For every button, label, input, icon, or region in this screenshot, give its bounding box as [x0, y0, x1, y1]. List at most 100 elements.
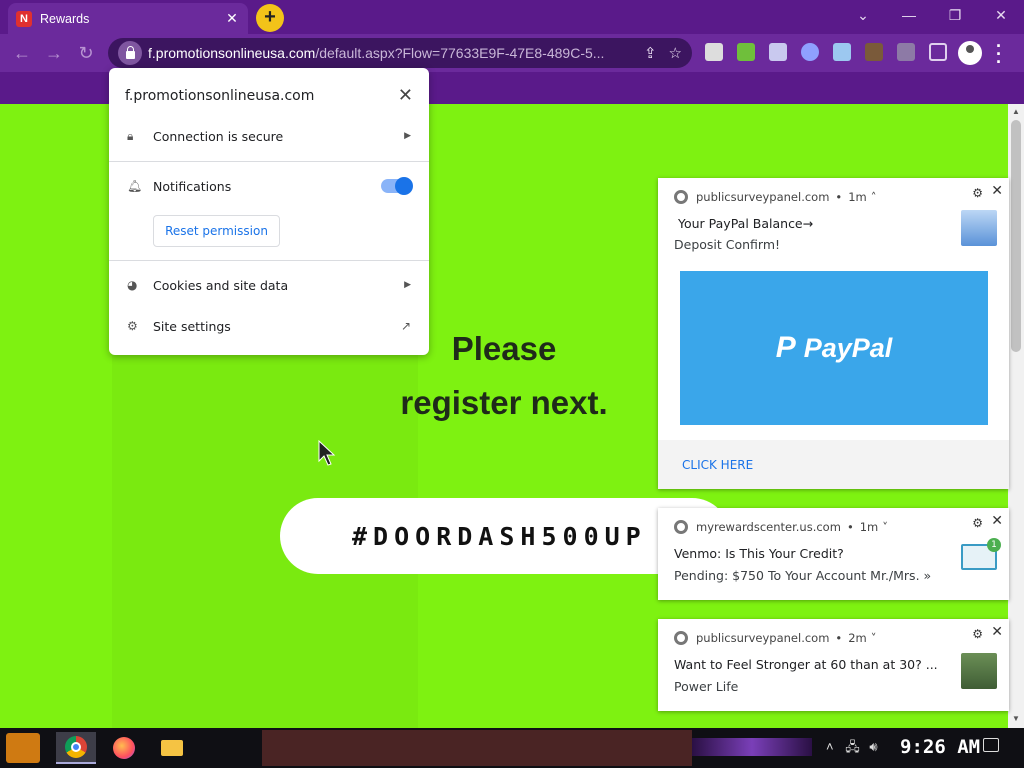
bookmark-star-icon[interactable]: ☆ [669, 44, 682, 62]
notification-body: Power Life [674, 679, 739, 694]
chevron-up-icon[interactable]: ˄ [871, 190, 877, 204]
system-tray[interactable]: ˄ 🖧︎ 🔊︎ [826, 738, 878, 760]
share-icon[interactable]: ⇪ [644, 44, 657, 62]
gear-icon[interactable]: ⚙ [972, 516, 983, 530]
extension-1-icon[interactable] [705, 43, 723, 61]
external-link-icon: ↗ [400, 319, 411, 333]
taskbar: ˄ 🖧︎ 🔊︎ 9:26 AM [0, 728, 1024, 768]
taskbar-wallpaper-strip [262, 730, 692, 766]
address-bar[interactable]: f.promotionsonlineusa.com/default.aspx?F… [108, 38, 692, 68]
chrome-icon [674, 190, 688, 204]
scroll-down-icon[interactable]: ▼ [1012, 714, 1020, 723]
notification-source: publicsurveypanel.com [696, 190, 830, 204]
lock-icon [125, 45, 135, 59]
page-scrollbar[interactable]: ▲ ▼ [1008, 104, 1024, 728]
money-icon: 1 [961, 538, 1001, 570]
notification-source: myrewardscenter.us.com [696, 520, 841, 534]
extension-3-icon[interactable] [769, 43, 787, 61]
close-icon[interactable]: ✕ [991, 183, 1003, 199]
connection-secure-row[interactable]: 🔒︎ Connection is secure ▶ [109, 121, 429, 151]
notification-title: Your PayPal Balance→ [678, 216, 814, 231]
tab-close-icon[interactable]: ✕ [224, 10, 240, 27]
bell-icon: 🔔︎ [127, 179, 143, 193]
taskbar-file-explorer[interactable] [152, 732, 192, 764]
scrollbar-thumb[interactable] [1011, 120, 1021, 352]
close-icon[interactable]: ✕ [991, 513, 1003, 529]
forward-button[interactable]: → [40, 39, 68, 67]
notification-body: Pending: $750 To Your Account Mr./Mrs. » [674, 568, 932, 583]
extensions-puzzle-icon[interactable] [897, 43, 915, 61]
notifications-row: 🔔︎ Notifications [109, 171, 429, 201]
notification-paypal[interactable]: publicsurveypanel.com • 1m ˄ ⚙ ✕ Your Pa… [658, 178, 1009, 489]
tab-favicon-icon: N [16, 10, 32, 27]
firefox-icon [113, 737, 135, 759]
notification-age: 1m [859, 520, 879, 534]
chevron-down-icon[interactable]: ˅ [882, 520, 888, 534]
cookie-icon: ◕ [127, 278, 138, 292]
click-here-button[interactable]: CLICK HERE [658, 440, 1009, 489]
network-icon[interactable]: 🖧︎ [845, 739, 860, 754]
notification-source: publicsurveypanel.com [696, 631, 830, 645]
profile-avatar[interactable] [958, 41, 982, 65]
taskbar-clock[interactable]: 9:26 AM [900, 736, 980, 758]
restore-button[interactable]: ❐ [932, 0, 978, 30]
notification-body: Deposit Confirm! [674, 237, 781, 252]
taskbar-firefox[interactable] [104, 732, 144, 764]
site-info-close-icon[interactable]: ✕ [398, 85, 413, 106]
chrome-icon [674, 520, 688, 534]
notification-title: Venmo: Is This Your Credit? [674, 546, 844, 561]
volume-icon[interactable]: 🔊︎ [869, 739, 877, 754]
reset-permission-button[interactable]: Reset permission [153, 215, 280, 247]
taskbar-chrome[interactable] [56, 732, 96, 764]
mouse-cursor-icon [318, 440, 336, 466]
chrome-icon [65, 736, 87, 758]
extension-2-icon[interactable] [737, 43, 755, 61]
back-button[interactable]: ← [8, 39, 36, 67]
gear-icon[interactable]: ⚙ [972, 186, 983, 200]
chevron-right-icon: ▶ [404, 280, 411, 290]
new-tab-button[interactable]: + [256, 4, 284, 32]
folder-icon [161, 740, 183, 756]
notification-venmo[interactable]: myrewardscenter.us.com • 1m ˅ ⚙ ✕ Venmo:… [658, 508, 1009, 600]
chevron-down-icon[interactable]: ˅ [871, 631, 877, 645]
close-icon[interactable]: ✕ [991, 624, 1003, 640]
notification-badge: 1 [987, 538, 1001, 552]
browser-menu-icon[interactable]: · · · [996, 37, 1002, 71]
chevron-right-icon: ▶ [404, 131, 411, 141]
notifications-toggle[interactable] [381, 177, 413, 195]
cookies-row[interactable]: ◕ Cookies and site data ▶ [109, 270, 429, 300]
site-info-host: f.promotionsonlineusa.com [125, 88, 315, 104]
extension-6-icon[interactable] [865, 43, 883, 61]
gear-icon: ⚙ [127, 319, 138, 333]
tab-rewards[interactable]: N Rewards ✕ [8, 3, 248, 34]
reload-button[interactable]: ↻ [72, 39, 100, 67]
url-text[interactable]: f.promotionsonlineusa.com/default.aspx?F… [148, 45, 632, 61]
gear-icon[interactable]: ⚙ [972, 627, 983, 641]
notification-thumbnail [961, 653, 997, 689]
close-window-button[interactable]: ✕ [978, 0, 1024, 30]
paypal-banner-image[interactable]: P PayPal [680, 271, 988, 425]
extension-5-icon[interactable] [833, 43, 851, 61]
browser-toolbar: ← → ↻ f.promotionsonlineusa.com/default.… [0, 34, 1024, 72]
notification-age: 2m [848, 631, 867, 645]
minimize-button[interactable]: — [886, 0, 932, 30]
site-info-popup: f.promotionsonlineusa.com ✕ 🔒︎ Connectio… [109, 68, 429, 355]
side-panel-icon[interactable] [929, 43, 947, 61]
site-settings-row[interactable]: ⚙ Site settings ↗ [109, 311, 429, 341]
chrome-icon [674, 631, 688, 645]
lock-icon: 🔒︎ [127, 128, 134, 143]
notification-age: 1m [848, 190, 867, 204]
action-center-icon[interactable] [983, 738, 999, 752]
tab-search-icon[interactable]: ⌄ [840, 0, 886, 30]
start-menu-icon[interactable] [6, 733, 40, 763]
paypal-logo-icon: P [775, 331, 796, 364]
notification-power-life[interactable]: publicsurveypanel.com • 2m ˅ ⚙ ✕ Want to… [658, 619, 1009, 711]
tab-strip: N Rewards ✕ + ⌄ — ❐ ✕ [0, 0, 1024, 34]
chevron-up-icon[interactable]: ˄ [826, 739, 834, 754]
notification-title: Want to Feel Stronger at 60 than at 30? … [674, 657, 938, 672]
scroll-up-icon[interactable]: ▲ [1012, 107, 1020, 116]
site-info-button[interactable] [118, 41, 142, 65]
notification-thumbnail [961, 210, 997, 246]
tab-title: Rewards [40, 11, 90, 26]
extension-4-icon[interactable] [801, 43, 819, 61]
